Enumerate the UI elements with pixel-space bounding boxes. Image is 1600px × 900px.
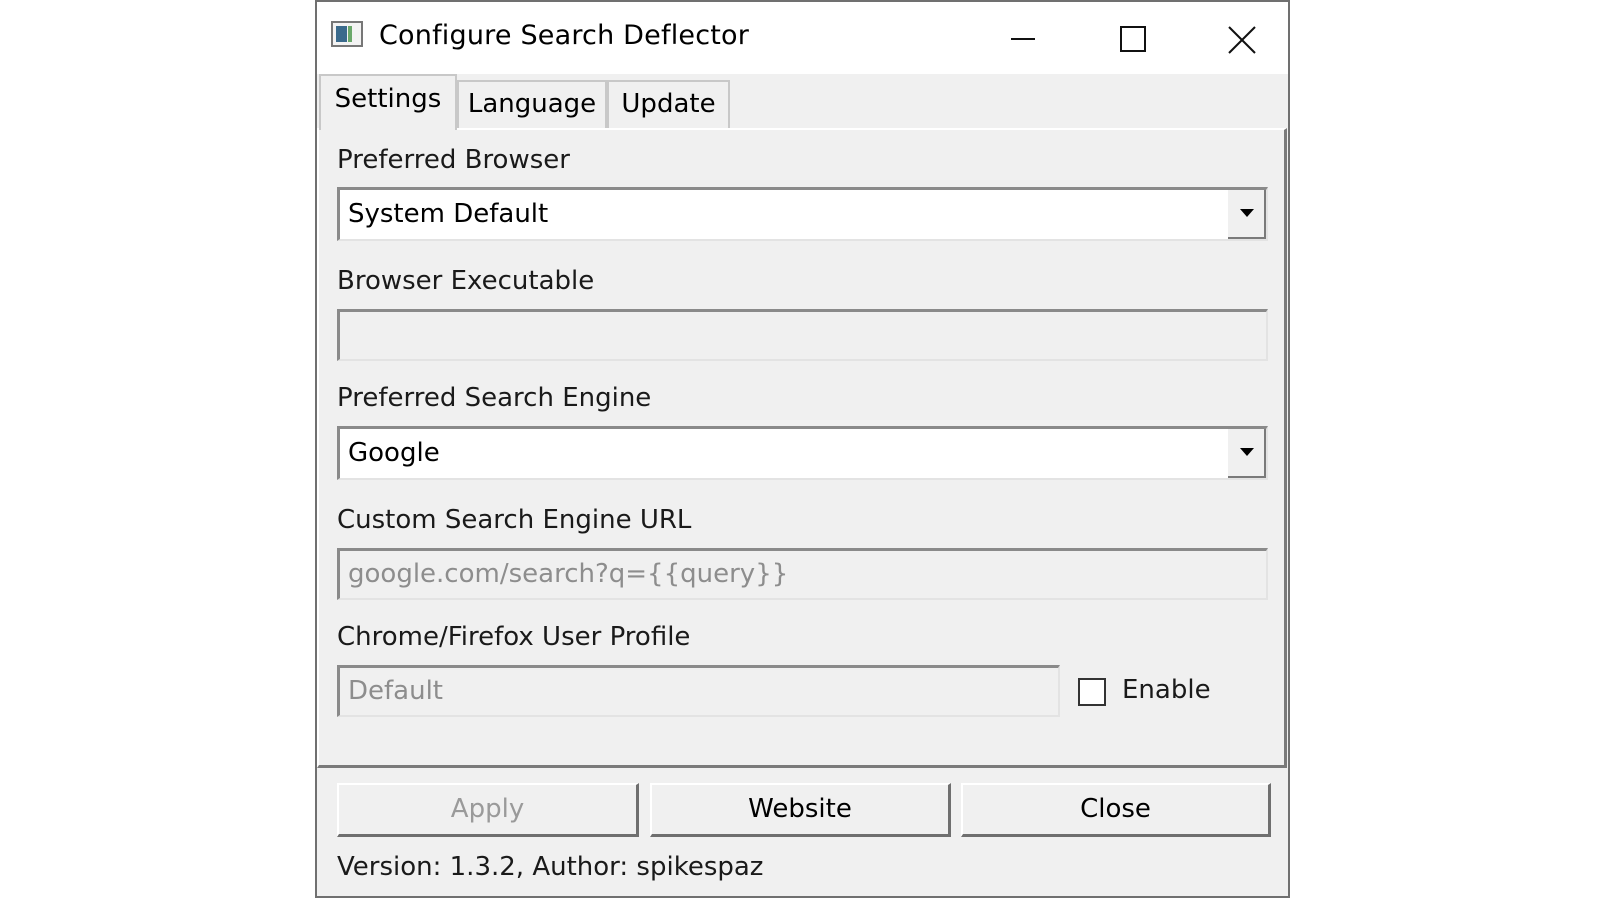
tab-update[interactable]: Update [607,80,730,128]
enable-profile-checkbox[interactable] [1078,678,1106,706]
tab-update-label: Update [621,89,716,119]
custom-search-engine-url-field[interactable]: google.com/search?q={{query}} [337,548,1268,600]
apply-button[interactable]: Apply [337,783,639,837]
maximize-button[interactable] [1077,2,1187,76]
enable-profile-label[interactable]: Enable [1122,675,1211,705]
website-button[interactable]: Website [650,783,951,837]
close-button[interactable]: Close [961,783,1271,837]
browser-executable-label: Browser Executable [337,266,595,296]
preferred-browser-label: Preferred Browser [337,145,570,175]
user-profile-field[interactable]: Default [337,665,1060,717]
custom-search-engine-url-label: Custom Search Engine URL [337,505,692,535]
maximize-icon [1120,26,1146,52]
chevron-down-icon[interactable] [1226,429,1266,478]
browser-executable-field[interactable] [337,309,1268,361]
version-status: Version: 1.3.2, Author: spikespaz [337,852,764,882]
app-icon [331,21,363,47]
title-bar[interactable]: Configure Search Deflector [317,2,1288,74]
user-profile-value: Default [348,676,443,706]
minimize-button[interactable] [967,2,1077,76]
preferred-browser-value: System Default [348,199,549,229]
tab-language[interactable]: Language [457,80,607,128]
custom-search-engine-url-value: google.com/search?q={{query}} [348,559,789,589]
close-icon [1228,26,1256,54]
minimize-icon [1011,38,1035,40]
chevron-down-icon[interactable] [1226,190,1266,239]
tab-settings-label: Settings [334,84,442,114]
window-title: Configure Search Deflector [379,20,750,51]
preferred-search-engine-label: Preferred Search Engine [337,383,652,413]
tab-language-label: Language [467,89,597,119]
user-profile-label: Chrome/Firefox User Profile [337,622,691,652]
preferred-search-engine-value: Google [348,438,440,468]
close-window-button[interactable] [1185,2,1295,76]
tab-settings[interactable]: Settings [319,74,457,130]
preferred-search-engine-select[interactable]: Google [337,426,1268,480]
preferred-browser-select[interactable]: System Default [337,187,1268,241]
